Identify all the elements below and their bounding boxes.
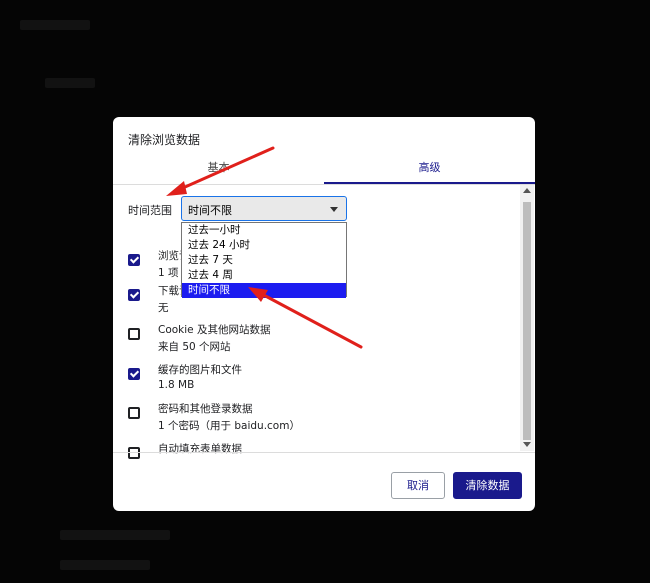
scroll-down-icon[interactable] <box>523 442 531 447</box>
item-title: 自动填充表单数据 <box>158 443 242 455</box>
item-subtitle: 1 个密码（用于 baidu.com） <box>158 420 300 432</box>
time-range-selected-value: 时间不限 <box>188 204 232 217</box>
checkbox-passwords[interactable] <box>128 407 140 419</box>
tab-advanced[interactable]: 高级 <box>324 157 535 183</box>
tab-basic[interactable]: 基本 <box>113 157 324 183</box>
clear-browsing-data-dialog: 清除浏览数据 基本 高级 时间范围 时间不限 浏览记录 1 项 下载记录 无 C… <box>113 117 535 511</box>
background-row <box>20 20 90 30</box>
checkbox-browsing-history[interactable] <box>128 254 140 266</box>
option-past-7-days[interactable]: 过去 7 天 <box>182 253 346 268</box>
time-range-select[interactable]: 时间不限 <box>181 196 347 221</box>
option-past-4-weeks[interactable]: 过去 4 周 <box>182 268 346 283</box>
item-title: 缓存的图片和文件 <box>158 364 242 376</box>
option-past-24-hours[interactable]: 过去 24 小时 <box>182 238 346 253</box>
checkbox-autofill[interactable] <box>128 447 140 459</box>
item-subtitle: 来自 50 个网站 <box>158 341 231 353</box>
time-range-dropdown-list: 过去一小时 过去 24 小时 过去 7 天 过去 4 周 时间不限 <box>181 222 347 298</box>
item-title: 密码和其他登录数据 <box>158 403 253 415</box>
tab-divider <box>113 184 535 185</box>
footer-divider <box>113 452 535 453</box>
chevron-down-icon <box>330 207 338 212</box>
scrollbar[interactable] <box>520 185 534 451</box>
option-past-hour[interactable]: 过去一小时 <box>182 223 346 238</box>
item-subtitle: 1.8 MB <box>158 379 195 391</box>
scroll-thumb[interactable] <box>523 202 531 440</box>
cancel-button[interactable]: 取消 <box>391 472 445 499</box>
background-row <box>60 560 150 570</box>
item-subtitle: 无 <box>158 302 169 314</box>
checkbox-cookies[interactable] <box>128 328 140 340</box>
time-range-label: 时间范围 <box>128 204 172 217</box>
scroll-up-icon[interactable] <box>523 188 531 193</box>
item-subtitle: 1 项 <box>158 267 179 279</box>
background-row <box>60 530 170 540</box>
clear-data-button[interactable]: 清除数据 <box>453 472 522 499</box>
dialog-title: 清除浏览数据 <box>128 133 201 147</box>
option-all-time[interactable]: 时间不限 <box>182 283 346 298</box>
background-row <box>45 78 95 88</box>
checkbox-download-history[interactable] <box>128 289 140 301</box>
checkbox-cached-images[interactable] <box>128 368 140 380</box>
item-title: Cookie 及其他网站数据 <box>158 324 271 336</box>
